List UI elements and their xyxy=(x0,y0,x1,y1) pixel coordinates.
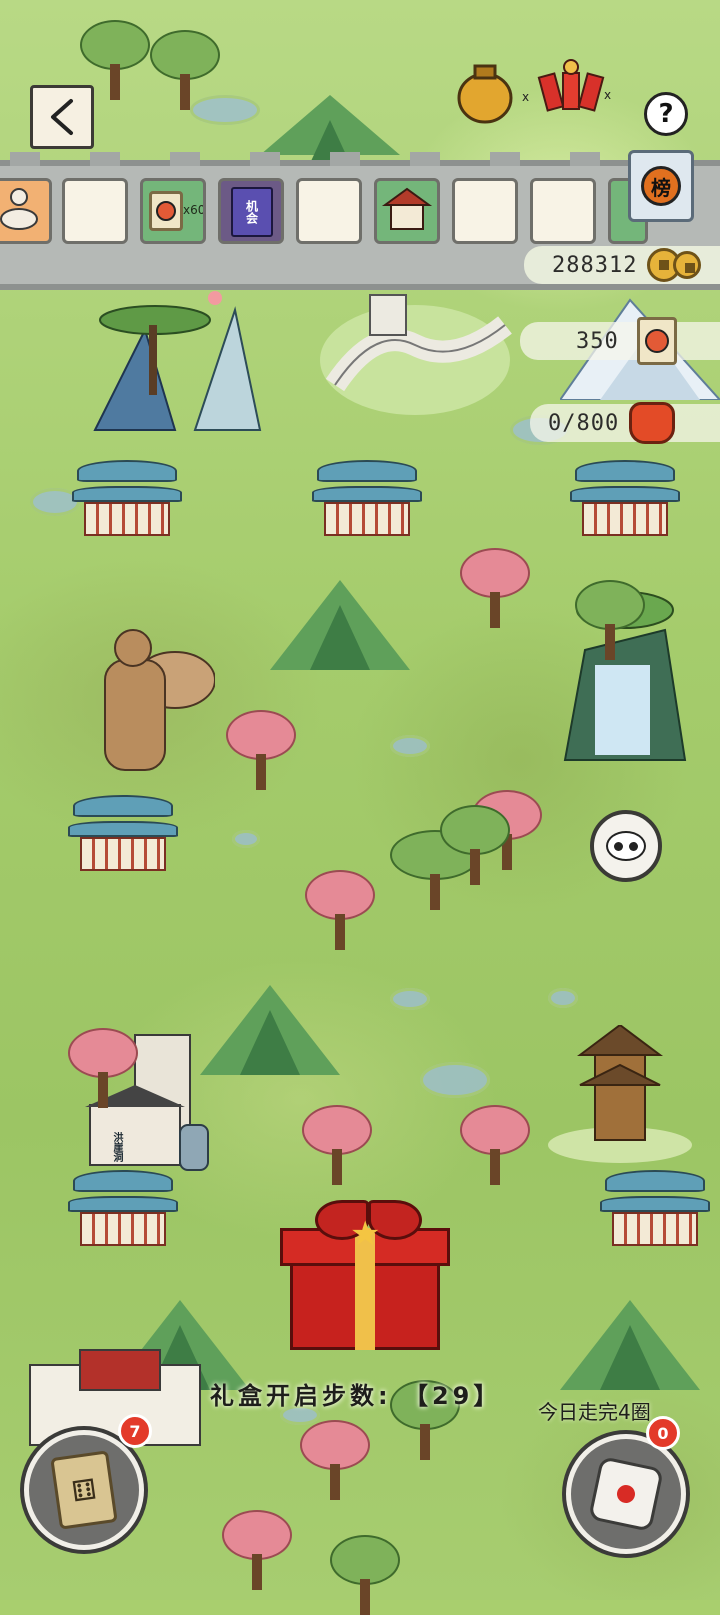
camel-rider-icon xyxy=(0,188,38,230)
dice-count-badge: 0 xyxy=(646,1416,680,1450)
ticket-count: 350 xyxy=(576,328,619,354)
back-button[interactable] xyxy=(30,85,94,149)
pine-tree xyxy=(575,580,645,660)
cards-icon: ⚅ xyxy=(50,1450,118,1530)
temple-building xyxy=(68,795,178,875)
leaderboard-button[interactable]: 榜 xyxy=(628,150,694,222)
cards-count-badge: 7 xyxy=(118,1414,152,1448)
daily-laps-text: 今日走完4圈 xyxy=(538,1400,651,1424)
pine-tree xyxy=(150,30,220,110)
pond xyxy=(390,735,430,757)
temple-building xyxy=(312,460,422,540)
pond xyxy=(232,830,260,848)
plum-blossom-tree xyxy=(305,870,375,950)
star-icon: ★ xyxy=(350,1214,381,1254)
ticket-tile-count: x60 xyxy=(183,203,206,217)
firecracker-multiplier: x xyxy=(604,88,612,102)
plum-blossom-tree xyxy=(460,1105,530,1185)
plum-blossom-tree xyxy=(460,548,530,628)
temple-building xyxy=(72,460,182,540)
board-tile-empty[interactable] xyxy=(62,178,128,244)
board-tile-empty[interactable] xyxy=(452,178,518,244)
huangshan-peak-landmark xyxy=(93,291,262,431)
mountain xyxy=(270,580,410,670)
pond xyxy=(420,1062,490,1098)
board-tile-chance[interactable]: 机会 xyxy=(218,178,284,244)
gift-open-steps-text: 礼盒开启步数: 【29】 xyxy=(210,1382,502,1410)
temple-building xyxy=(68,1170,178,1250)
cards-button[interactable]: ⚅ xyxy=(24,1430,144,1550)
plum-blossom-tree xyxy=(226,710,296,790)
pond xyxy=(390,988,430,1010)
coin-counter: 288312 xyxy=(524,246,720,284)
board-tile-empty[interactable] xyxy=(296,178,362,244)
ticket-counter: 350 xyxy=(520,317,720,365)
mountain xyxy=(260,95,400,185)
terracotta-warrior-landmark xyxy=(104,629,215,771)
plum-blossom-tree xyxy=(68,1028,138,1108)
chance-book-icon: 机会 xyxy=(231,187,273,237)
board-tile-building[interactable] xyxy=(374,178,440,244)
mountain xyxy=(200,985,340,1075)
temple-building xyxy=(600,1170,710,1250)
leaderboard-icon: 榜 xyxy=(641,166,681,206)
wine-jar-icon[interactable] xyxy=(455,58,515,124)
lucky-bag-icon xyxy=(629,402,676,444)
pine-tree xyxy=(330,1535,400,1615)
chance-tile-label: 机会 xyxy=(244,200,259,224)
help-button[interactable]: ? xyxy=(644,92,688,136)
gift-box[interactable]: ★ xyxy=(280,1200,450,1350)
firecracker-icon[interactable] xyxy=(535,55,605,115)
dice-icon xyxy=(588,1456,664,1532)
mountain xyxy=(560,1300,700,1390)
stone-tablet-label: 洪崖洞 xyxy=(111,1132,122,1162)
lucky-bag-progress-text: 0/800 xyxy=(548,410,620,436)
temple-building xyxy=(570,460,680,540)
great-wall-landmark xyxy=(320,294,512,415)
pond xyxy=(548,988,578,1008)
plum-blossom-tree xyxy=(300,1420,370,1500)
ticket-scroll-icon xyxy=(636,317,677,365)
board-tile-empty[interactable] xyxy=(530,178,596,244)
plum-blossom-tree xyxy=(222,1510,292,1590)
ticket-scroll-icon xyxy=(149,191,183,231)
plum-blossom-tree xyxy=(302,1105,372,1185)
panda-icon xyxy=(606,831,646,861)
yellow-crane-tower-landmark xyxy=(548,1025,692,1163)
pine-tree xyxy=(440,805,510,885)
coin-count: 288312 xyxy=(552,252,638,278)
panda-player-token[interactable] xyxy=(590,810,662,882)
coin-icon xyxy=(673,251,702,279)
chevron-left-icon xyxy=(51,99,73,135)
lucky-bag-progress[interactable]: 0/800 xyxy=(530,402,720,444)
pavilion-icon xyxy=(381,187,433,230)
dice-roll-button[interactable] xyxy=(566,1434,686,1554)
board-tile-ticket[interactable]: x60 xyxy=(140,178,206,244)
board-tile-character[interactable] xyxy=(0,178,52,244)
wine-jar-multiplier: x xyxy=(522,90,530,104)
